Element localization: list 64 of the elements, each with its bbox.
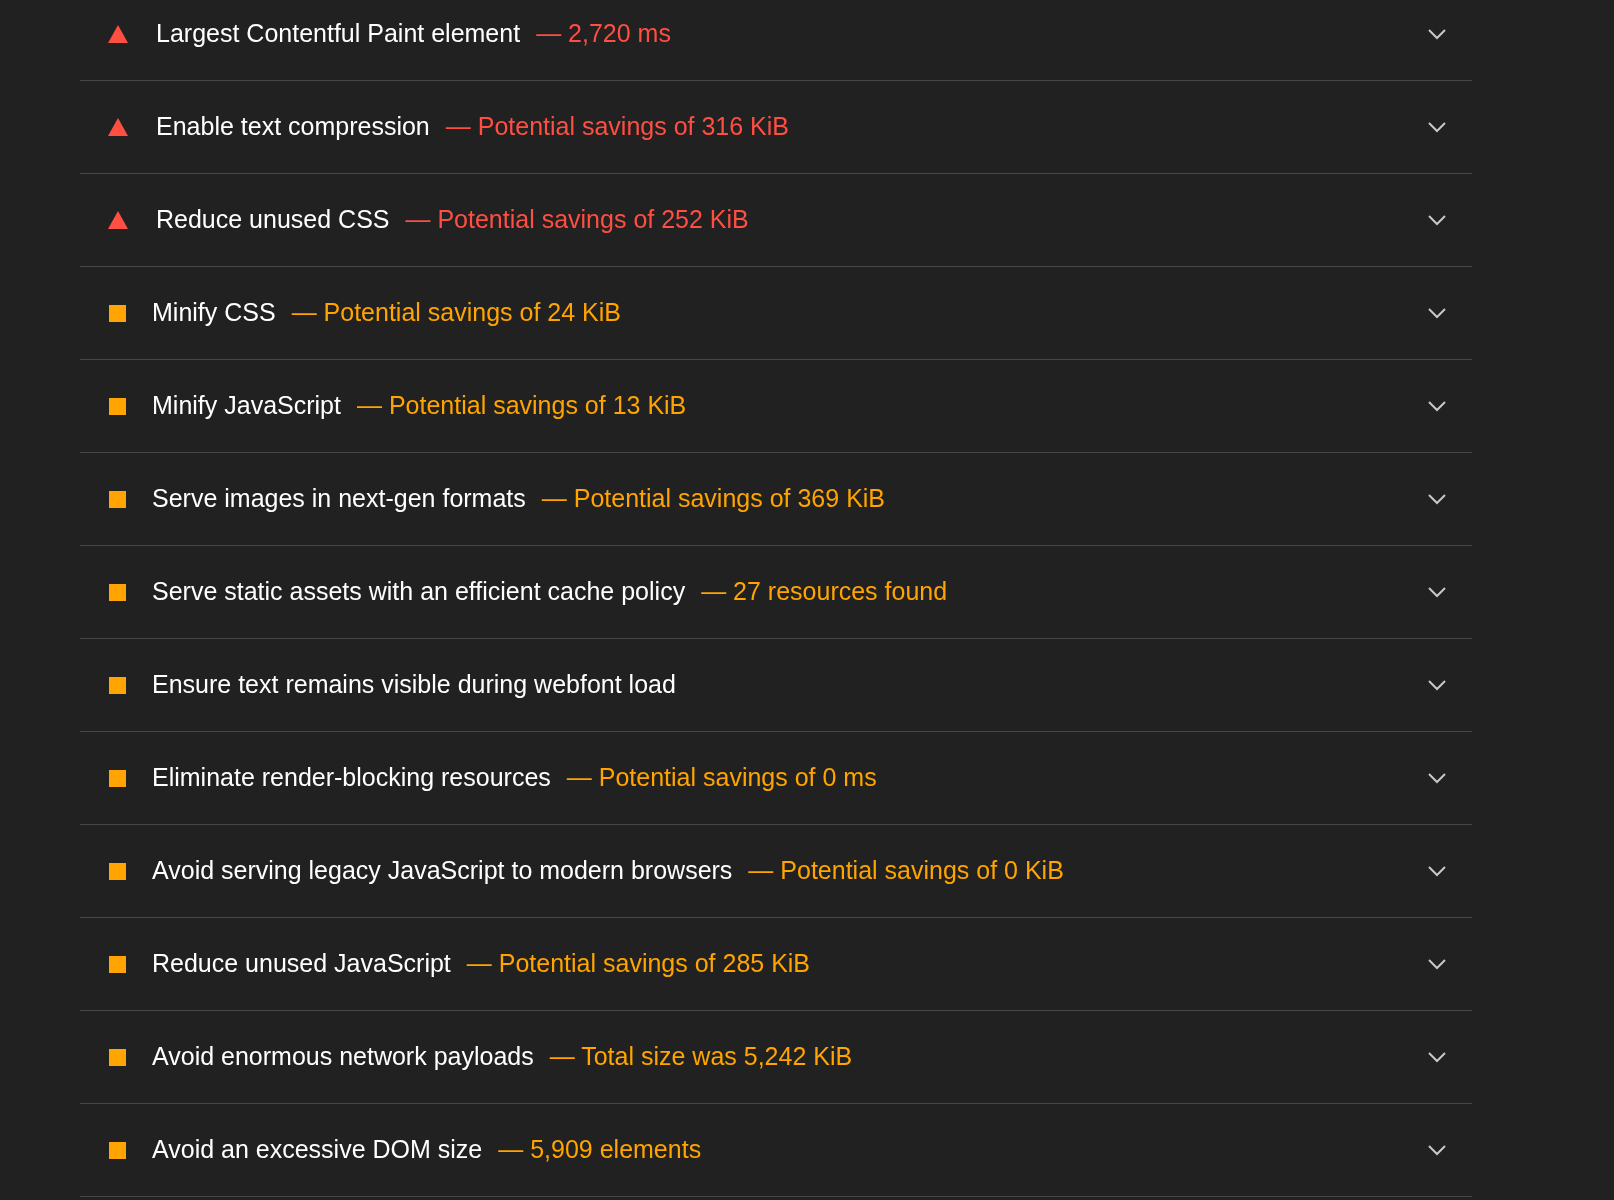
square-icon <box>109 955 126 973</box>
audit-title: Avoid enormous network payloads <box>152 1041 534 1073</box>
square-icon <box>109 676 126 694</box>
audit-value: — Potential savings of 369 KiB <box>541 483 886 515</box>
audit-title: Minify CSS <box>152 297 276 329</box>
audit-title: Avoid serving legacy JavaScript to modern browsers <box>152 855 733 887</box>
chevron-down-icon[interactable] <box>1428 28 1446 40</box>
audit-value: — 5,909 elements <box>498 1134 702 1166</box>
chevron-down-icon[interactable] <box>1428 1051 1446 1063</box>
audit-title: Reduce unused CSS <box>156 204 390 236</box>
chevron-down-icon[interactable] <box>1428 1144 1446 1156</box>
audit-row[interactable]: Reduce unused JavaScript — Potential savings of 285 KiB <box>80 918 1472 1011</box>
audit-value: — Potential savings of 24 KiB <box>291 297 621 329</box>
audit-row[interactable]: Eliminate render-blocking resources — Potential savings of 0 ms <box>80 732 1472 825</box>
audit-row[interactable]: Reduce unused CSS — Potential savings of 252 KiB <box>80 174 1472 267</box>
audit-title: Avoid an excessive DOM size <box>152 1134 483 1166</box>
audit-title: Ensure text remains visible during webfont load <box>152 669 676 701</box>
audit-title: Serve static assets with an efficient cache policy <box>152 576 686 608</box>
audit-row[interactable]: Minify CSS — Potential savings of 24 KiB <box>80 267 1472 360</box>
audit-title: Largest Contentful Paint element <box>156 18 521 50</box>
audit-row[interactable]: Enable text compression — Potential savings of 316 KiB <box>80 81 1472 174</box>
chevron-down-icon[interactable] <box>1428 121 1446 133</box>
chevron-down-icon[interactable] <box>1428 865 1446 877</box>
audit-row[interactable]: Serve static assets with an efficient cache policy — 27 resources found <box>80 546 1472 639</box>
square-icon <box>109 583 126 601</box>
audit-title: Enable text compression <box>156 111 430 143</box>
chevron-down-icon[interactable] <box>1428 958 1446 970</box>
square-icon <box>109 304 126 322</box>
audit-title: Reduce unused JavaScript <box>152 948 451 980</box>
audit-row[interactable]: Avoid enormous network payloads — Total size was 5,242 KiB <box>80 1011 1472 1104</box>
warning-triangle-icon <box>108 25 128 43</box>
warning-triangle-icon <box>108 211 128 229</box>
square-icon <box>109 490 126 508</box>
audit-row[interactable]: Avoid serving legacy JavaScript to modern browsers — Potential savings of 0 KiB <box>80 825 1472 918</box>
square-icon <box>109 1141 126 1159</box>
audit-value: — Total size was 5,242 KiB <box>549 1041 853 1073</box>
audit-title: Serve images in next-gen formats <box>152 483 526 515</box>
audit-value: — Potential savings of 252 KiB <box>405 204 749 236</box>
audit-row[interactable]: Avoid an excessive DOM size — 5,909 elements <box>80 1104 1472 1197</box>
square-icon <box>109 1048 126 1066</box>
chevron-down-icon[interactable] <box>1428 214 1446 226</box>
audit-title: Eliminate render-blocking resources <box>152 762 551 794</box>
audit-value: — 2,720 ms <box>536 18 671 50</box>
audit-value: — Potential savings of 0 ms <box>566 762 877 794</box>
chevron-down-icon[interactable] <box>1428 679 1446 691</box>
audit-value: — Potential savings of 285 KiB <box>466 948 811 980</box>
audit-value: — 27 resources found <box>701 576 948 608</box>
square-icon <box>109 769 126 787</box>
chevron-down-icon[interactable] <box>1428 772 1446 784</box>
square-icon <box>109 397 126 415</box>
audit-value: — Potential savings of 13 KiB <box>356 390 687 422</box>
audit-value: — Potential savings of 316 KiB <box>445 111 789 143</box>
audit-title: Minify JavaScript <box>152 390 341 422</box>
warning-triangle-icon <box>108 118 128 136</box>
audit-row[interactable]: Ensure text remains visible during webfont load <box>80 639 1472 732</box>
audit-value: — Potential savings of 0 KiB <box>748 855 1064 887</box>
square-icon <box>109 862 126 880</box>
chevron-down-icon[interactable] <box>1428 307 1446 319</box>
chevron-down-icon[interactable] <box>1428 586 1446 598</box>
chevron-down-icon[interactable] <box>1428 400 1446 412</box>
chevron-down-icon[interactable] <box>1428 493 1446 505</box>
audit-row[interactable]: Minify JavaScript — Potential savings of 13 KiB <box>80 360 1472 453</box>
audit-row[interactable]: Largest Contentful Paint element — 2,720 ms <box>80 0 1472 81</box>
audit-row[interactable]: Serve images in next-gen formats — Potential savings of 369 KiB <box>80 453 1472 546</box>
